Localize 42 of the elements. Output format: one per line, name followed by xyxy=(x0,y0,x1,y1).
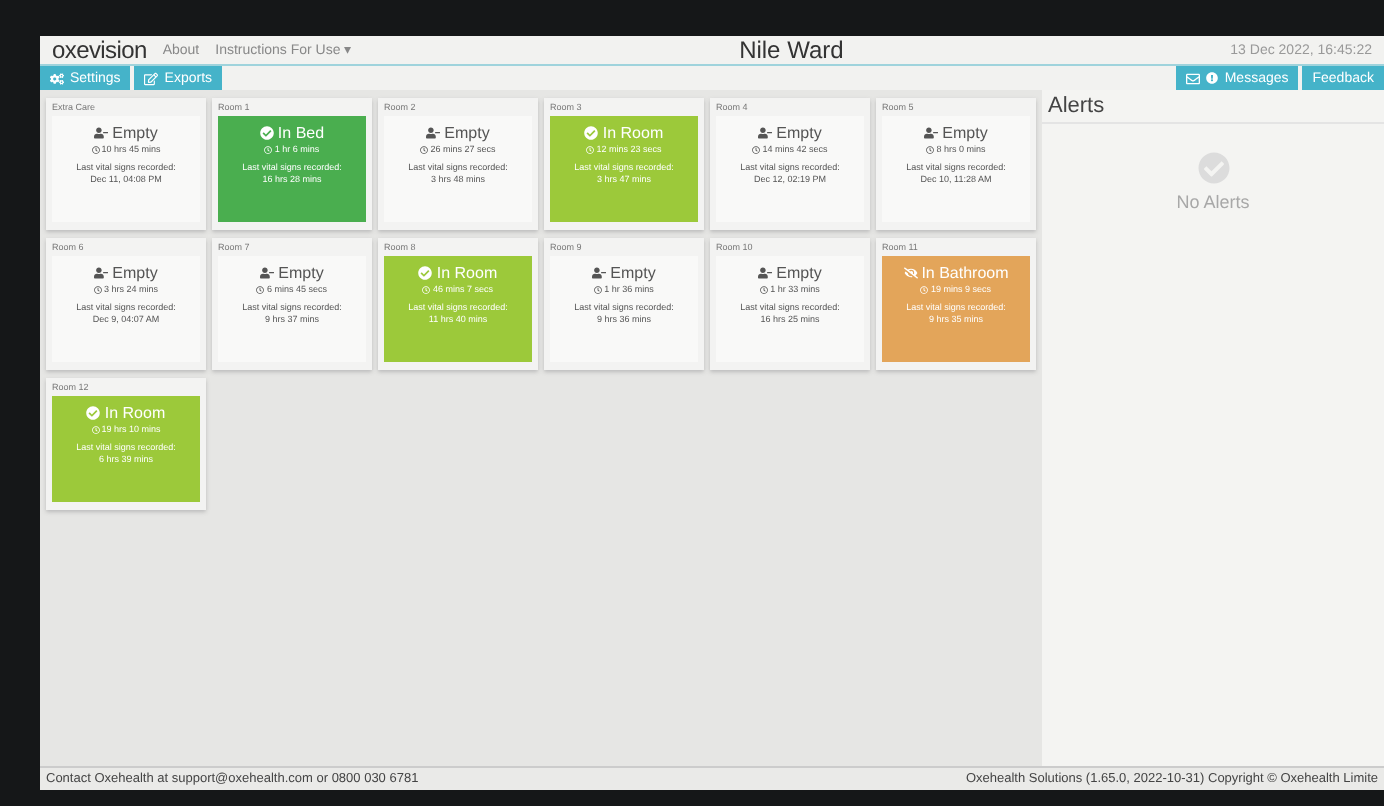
room-status: Empty xyxy=(758,264,822,282)
alerts-title: Alerts xyxy=(1042,90,1384,124)
envelope-icon xyxy=(1186,71,1201,85)
person-icon xyxy=(758,266,773,280)
person-icon xyxy=(592,266,607,280)
room-status: Empty xyxy=(94,124,158,142)
person-icon xyxy=(758,126,773,140)
logo[interactable]: oxevision xyxy=(52,36,147,64)
room-status: In Bed xyxy=(259,124,325,142)
clock-icon xyxy=(926,145,935,153)
person-icon xyxy=(94,266,109,280)
person-icon xyxy=(94,126,109,140)
clock-icon xyxy=(586,145,595,153)
room-status: Empty xyxy=(592,264,656,282)
person-icon xyxy=(426,126,441,140)
room-status: Empty xyxy=(924,124,988,142)
export-icon xyxy=(144,71,159,85)
clock-icon xyxy=(91,425,100,433)
clock-icon xyxy=(920,285,929,293)
no-alerts-text: No Alerts xyxy=(1176,192,1250,212)
settings-icon xyxy=(50,71,64,85)
clock-icon xyxy=(760,285,769,293)
clock-icon xyxy=(256,285,265,293)
person-icon xyxy=(924,126,939,140)
clock-icon xyxy=(91,145,100,153)
clock-icon xyxy=(594,285,603,293)
room-status: Empty xyxy=(260,264,324,282)
room-status: In Room xyxy=(584,124,664,142)
clock-icon xyxy=(420,145,429,153)
clock-icon xyxy=(264,145,273,153)
ward-title: Nile Ward xyxy=(737,36,846,64)
clock-icon xyxy=(422,285,431,293)
room-status: Empty xyxy=(758,124,822,142)
person-icon xyxy=(260,266,275,280)
room-status: Empty xyxy=(94,264,158,282)
eye-slash-icon xyxy=(903,266,918,280)
clock-icon xyxy=(93,285,102,293)
room-status: In Room xyxy=(86,404,166,422)
room-status: In Room xyxy=(418,264,498,282)
room-status: In Bathroom xyxy=(903,264,1009,282)
room-status: Empty xyxy=(426,124,490,142)
clock-icon xyxy=(752,145,761,153)
